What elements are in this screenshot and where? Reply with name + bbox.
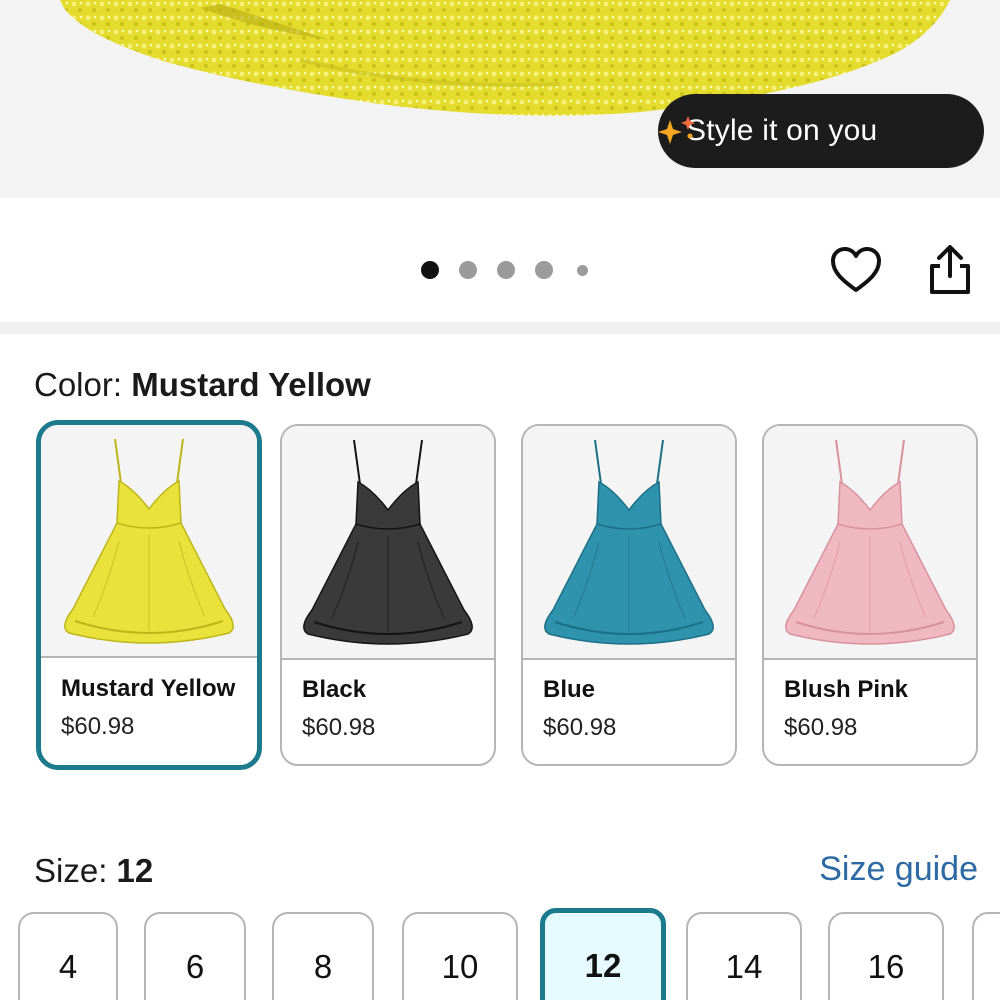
- selected-color-name: Mustard Yellow: [131, 366, 371, 403]
- gallery-controls: [0, 198, 1000, 322]
- selected-size-value: 12: [116, 852, 154, 889]
- color-swatch-image: [282, 426, 494, 660]
- size-option[interactable]: 14: [686, 912, 802, 1000]
- color-swatch-image: [523, 426, 735, 660]
- size-option[interactable]: 16: [828, 912, 944, 1000]
- share-icon[interactable]: [924, 242, 976, 298]
- color-swatch[interactable]: Blue $60.98: [521, 424, 737, 766]
- color-swatch[interactable]: Black $60.98: [280, 424, 496, 766]
- color-swatch-price: $60.98: [543, 714, 617, 741]
- section-divider: [0, 322, 1000, 334]
- size-guide-link[interactable]: Size guide: [819, 850, 978, 889]
- color-swatch-name: Blue: [543, 676, 596, 703]
- color-swatch-image: [41, 425, 257, 658]
- dress-thumbnail: [785, 439, 955, 645]
- color-heading: Color: Mustard Yellow: [34, 366, 371, 404]
- color-swatch-name: Blush Pink: [784, 676, 909, 703]
- dress-thumbnail: [64, 438, 234, 644]
- gallery-dot[interactable]: [576, 264, 588, 276]
- sparkle-icon: [658, 116, 695, 144]
- gallery-dot[interactable]: [459, 261, 477, 279]
- heart-icon[interactable]: [828, 242, 884, 298]
- dress-thumbnail: [303, 439, 473, 645]
- size-option-partial[interactable]: [972, 912, 1000, 1000]
- product-image[interactable]: Style it on you: [0, 0, 1000, 198]
- color-swatch[interactable]: Mustard Yellow $60.98: [36, 420, 262, 770]
- size-heading-label: Size:: [34, 852, 108, 889]
- size-option[interactable]: 6: [144, 912, 246, 1000]
- size-option[interactable]: 8: [272, 912, 374, 1000]
- style-it-on-you-label: Style it on you: [686, 114, 878, 147]
- size-option[interactable]: 12: [540, 908, 666, 1000]
- color-swatch-price: $60.98: [784, 714, 858, 741]
- color-swatch-image: [764, 426, 976, 660]
- style-it-on-you-button[interactable]: Style it on you: [658, 94, 984, 168]
- size-option[interactable]: 10: [402, 912, 518, 1000]
- color-swatch-name: Black: [302, 676, 367, 703]
- size-option[interactable]: 4: [18, 912, 118, 1000]
- gallery-dot[interactable]: [535, 261, 553, 279]
- gallery-dot[interactable]: [421, 261, 439, 279]
- color-swatch-price: $60.98: [61, 713, 135, 740]
- dress-thumbnail: [544, 439, 714, 645]
- color-heading-label: Color:: [34, 366, 123, 403]
- color-swatch-price: $60.98: [302, 714, 376, 741]
- color-swatch[interactable]: Blush Pink $60.98: [762, 424, 978, 766]
- gallery-dot[interactable]: [497, 261, 515, 279]
- color-swatch-name: Mustard Yellow: [61, 675, 236, 702]
- size-heading: Size: 12: [34, 852, 153, 890]
